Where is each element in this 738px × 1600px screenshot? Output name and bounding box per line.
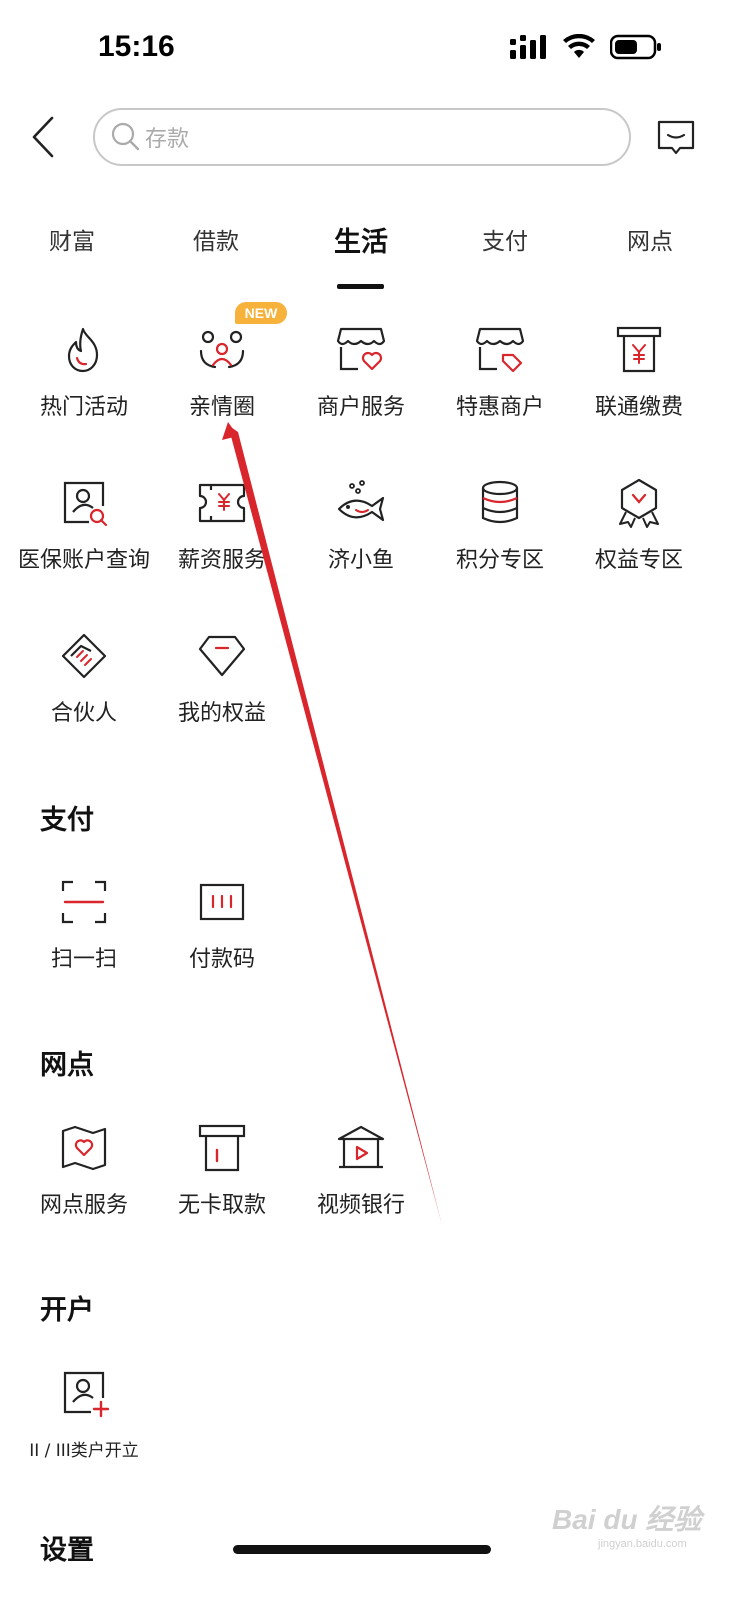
service-label: 热门活动 xyxy=(39,395,128,420)
fish-icon xyxy=(337,480,385,522)
section-title-settings: 设置 xyxy=(40,1535,94,1566)
service-label: 无卡取款 xyxy=(177,1193,266,1218)
atm-withdraw-icon xyxy=(198,1124,246,1172)
family-icon xyxy=(199,330,245,369)
service-label: II / III类户开立 xyxy=(29,1441,139,1461)
service-video-bank[interactable]: 视频银行 xyxy=(291,1123,431,1233)
wifi-icon xyxy=(563,34,595,58)
account-add-icon xyxy=(63,1371,109,1418)
service-discount-merchant[interactable]: 特惠商户 xyxy=(430,325,570,435)
service-label: 合伙人 xyxy=(50,701,117,726)
service-label: 积分专区 xyxy=(455,548,544,573)
search-input[interactable]: 存款 xyxy=(93,108,631,166)
store-tag-icon xyxy=(475,327,525,373)
section-title-pay: 支付 xyxy=(40,805,94,836)
scan-icon xyxy=(61,880,107,924)
service-label: 我的权益 xyxy=(177,701,266,726)
section-title-branch: 网点 xyxy=(40,1050,94,1081)
service-family-circle[interactable]: 亲情圈 xyxy=(152,325,292,435)
video-bank-icon xyxy=(337,1125,385,1169)
search-icon xyxy=(111,122,140,151)
service-label: 商户服务 xyxy=(316,395,405,420)
service-branch[interactable]: 网点服务 xyxy=(14,1123,154,1233)
tab-loan[interactable]: 借款 xyxy=(166,222,266,256)
category-tabs: 财富 借款 生活 支付 网点 xyxy=(0,210,738,290)
tab-branch[interactable]: 网点 xyxy=(600,222,700,256)
back-arrow-icon[interactable] xyxy=(26,114,66,160)
service-label: 济小鱼 xyxy=(327,548,394,573)
cellular-signal-icon xyxy=(510,35,546,59)
active-tab-indicator xyxy=(337,284,384,289)
service-label: 医保账户查询 xyxy=(17,548,150,573)
service-label: 付款码 xyxy=(188,947,255,972)
service-label: 视频银行 xyxy=(316,1193,405,1218)
points-coins-icon xyxy=(481,480,519,524)
service-scan[interactable]: 扫一扫 xyxy=(14,877,154,987)
search-placeholder: 存款 xyxy=(145,127,190,152)
search-row: 存款 xyxy=(0,104,738,170)
baidu-watermark-url: jingyan.baidu.com xyxy=(598,1538,687,1550)
tab-wealth[interactable]: 财富 xyxy=(22,222,122,256)
service-merchant[interactable]: 商户服务 xyxy=(291,325,431,435)
tab-pay[interactable]: 支付 xyxy=(455,222,555,256)
service-label: 特惠商户 xyxy=(455,395,544,420)
handshake-icon xyxy=(61,633,107,679)
service-rights-zone[interactable]: 权益专区 xyxy=(569,478,709,588)
map-heart-icon xyxy=(61,1125,107,1171)
service-unicom-bill[interactable]: 联通缴费 xyxy=(569,325,709,435)
service-cardless-withdraw[interactable]: 无卡取款 xyxy=(152,1123,292,1233)
message-icon[interactable] xyxy=(656,118,696,158)
service-label: 扫一扫 xyxy=(50,947,117,972)
service-medical-account[interactable]: 医保账户查询 xyxy=(14,478,154,588)
service-salary[interactable]: 薪资服务 xyxy=(152,478,292,588)
home-indicator[interactable] xyxy=(233,1545,491,1554)
service-label: 薪资服务 xyxy=(177,548,266,573)
service-label: 网点服务 xyxy=(39,1193,128,1218)
battery-icon xyxy=(610,34,661,60)
flame-icon xyxy=(67,327,99,373)
store-heart-icon xyxy=(336,327,386,371)
medical-account-icon xyxy=(63,481,108,527)
salary-ticket-icon xyxy=(198,483,246,523)
section-title-account: 开户 xyxy=(40,1295,94,1326)
service-label: 亲情圈 xyxy=(188,395,255,420)
payment-code-icon xyxy=(199,883,245,921)
new-badge: NEW xyxy=(235,302,287,324)
service-open-account[interactable]: II / III类户开立 xyxy=(14,1368,154,1478)
status-bar: 15:16 xyxy=(0,0,738,100)
service-payment-code[interactable]: 付款码 xyxy=(152,877,292,987)
service-partner[interactable]: 合伙人 xyxy=(14,631,154,741)
status-time: 15:16 xyxy=(98,30,175,63)
baidu-watermark: Bai du 经验 xyxy=(552,1504,702,1535)
tab-life[interactable]: 生活 xyxy=(311,220,411,259)
service-points-zone[interactable]: 积分专区 xyxy=(430,478,570,588)
status-icons xyxy=(510,32,662,62)
service-ji-xiao-yu[interactable]: 济小鱼 xyxy=(291,478,431,588)
service-label: 联通缴费 xyxy=(594,395,683,420)
service-my-rights[interactable]: 我的权益 xyxy=(152,631,292,741)
service-label: 权益专区 xyxy=(594,548,683,573)
bill-yuan-icon xyxy=(616,326,662,373)
diamond-icon xyxy=(198,635,246,677)
rights-medal-icon xyxy=(619,478,659,528)
service-hot-activities[interactable]: 热门活动 xyxy=(14,325,154,435)
